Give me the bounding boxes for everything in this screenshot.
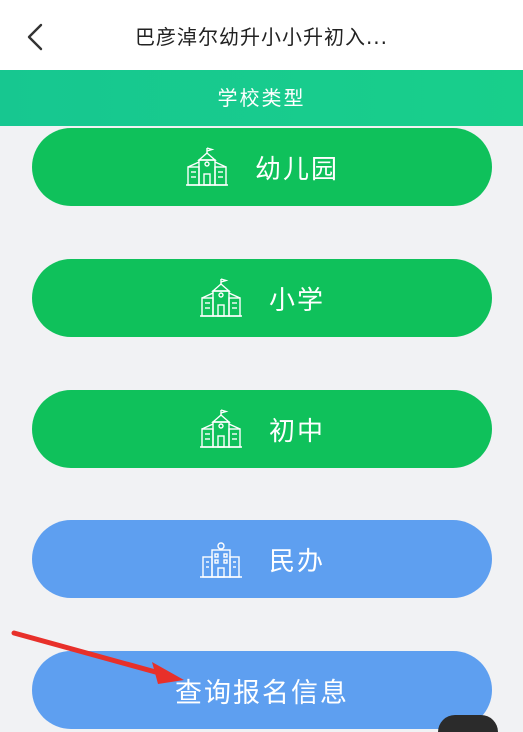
top-navigation-bar: 巴彦淖尔幼升小小升初入...: [0, 0, 523, 70]
floating-assist-button[interactable]: [438, 715, 498, 732]
school-building-icon: [185, 147, 229, 187]
junior-high-label: 初中: [268, 416, 325, 447]
section-title: 学校类型: [217, 86, 306, 110]
kindergarten-button[interactable]: 幼儿园: [32, 128, 492, 206]
school-building-icon: [199, 409, 243, 449]
section-header: 学校类型: [0, 70, 523, 126]
primary-school-button[interactable]: 小学: [32, 259, 492, 337]
page-title: 巴彦淖尔幼升小小升初入...: [134, 25, 389, 49]
kindergarten-label: 幼儿园: [254, 154, 339, 185]
query-registration-label: 查询报名信息: [175, 677, 349, 709]
junior-high-button[interactable]: 初中: [32, 390, 492, 468]
private-school-button[interactable]: 民办: [32, 520, 492, 598]
query-registration-button[interactable]: 查询报名信息: [32, 651, 492, 729]
school-building-icon: [199, 278, 243, 318]
private-school-label: 民办: [268, 546, 325, 577]
office-building-icon: [199, 539, 243, 579]
primary-school-label: 小学: [268, 285, 325, 316]
